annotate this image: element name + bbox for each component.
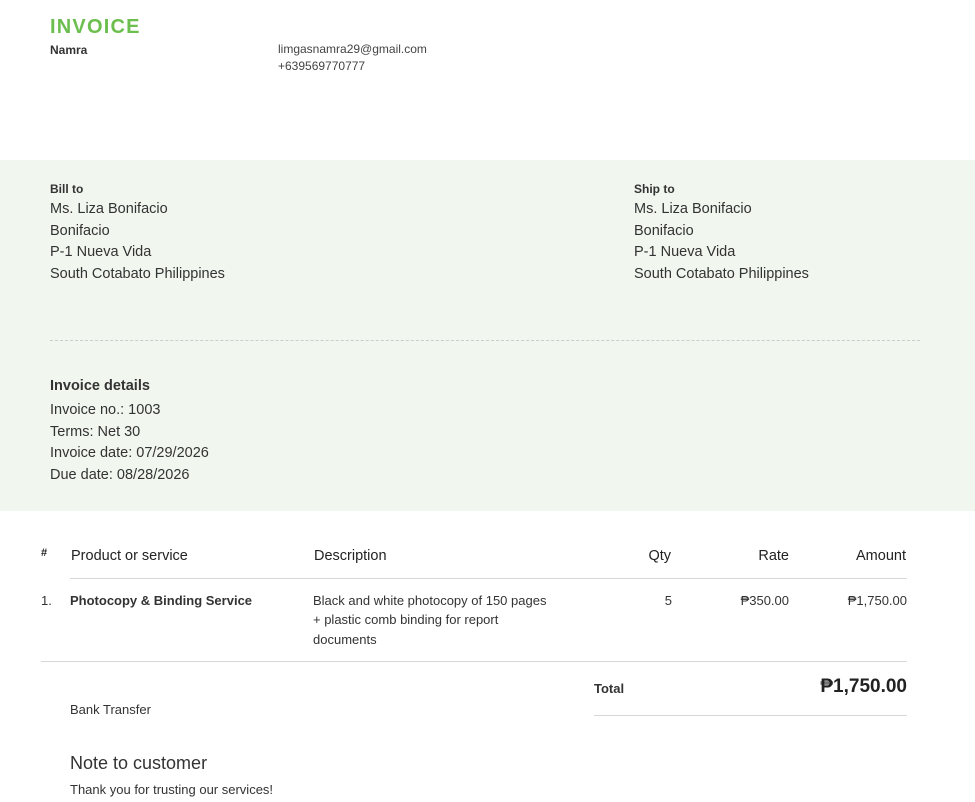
ship-to-line: South Cotabato Philippines (634, 266, 809, 283)
column-header-rate: Rate (758, 548, 789, 564)
column-header-amount: Amount (856, 548, 906, 564)
invoice-number: Invoice no.: 1003 (50, 402, 161, 418)
company-email: limgasnamra29@gmail.com (278, 42, 427, 56)
due-date: Due date: 08/28/2026 (50, 467, 190, 484)
column-header-description: Description (314, 548, 387, 564)
total-rule (594, 715, 907, 716)
note-text: Thank you for trusting our services! (70, 782, 274, 797)
company-name: Namra (50, 43, 88, 57)
bill-to-line: South Cotabato Philippines (50, 266, 225, 283)
invoice-details-title: Invoice details (50, 378, 150, 394)
total-value: ₱1,750.00 (820, 676, 907, 697)
row-description-line: documents (313, 631, 377, 647)
invoice-details: Invoice no.: 1003 Terms: Net 30 Invoice … (50, 400, 209, 487)
note-title: Note to customer (70, 753, 208, 773)
ship-to-label: Ship to (634, 182, 675, 196)
ship-to-line: Bonifacio (634, 222, 694, 239)
bill-to-label: Bill to (50, 182, 84, 196)
bill-to-address: Ms. Liza Bonifacio Bonifacio P-1 Nueva V… (50, 199, 225, 286)
dashed-divider (50, 340, 920, 341)
row-number: 1. (41, 593, 52, 608)
invoice-title: INVOICE (50, 16, 141, 38)
row-product: Photocopy & Binding Service (70, 593, 253, 608)
bill-to-line: Ms. Liza Bonifacio (50, 201, 168, 217)
row-qty: 5 (664, 593, 672, 608)
bill-to-line: Bonifacio (50, 222, 110, 239)
column-header-product: Product or service (71, 548, 188, 564)
ship-to-line: P-1 Nueva Vida (634, 244, 736, 261)
ship-to-address: Ms. Liza Bonifacio Bonifacio P-1 Nueva V… (634, 199, 809, 286)
row-description: Black and white photocopy of 150 pages +… (313, 591, 573, 649)
column-header-number: # (41, 547, 48, 559)
bill-to-line: P-1 Nueva Vida (50, 244, 152, 261)
invoice-terms: Terms: Net 30 (50, 423, 141, 440)
row-description-line: Black and white photocopy of 150 pages (313, 593, 547, 608)
table-header-rule (70, 578, 907, 579)
table-bottom-rule (41, 661, 907, 662)
row-rate: ₱350.00 (740, 593, 789, 608)
invoice-date: Invoice date: 07/29/2026 (50, 445, 209, 462)
company-contact: limgasnamra29@gmail.com +639569770777 (278, 41, 427, 75)
company-phone: +639569770777 (278, 59, 366, 73)
payment-method: Bank Transfer (70, 702, 151, 717)
ship-to-line: Ms. Liza Bonifacio (634, 201, 752, 217)
row-amount: ₱1,750.00 (847, 593, 907, 608)
column-header-qty: Qty (648, 548, 671, 564)
row-description-line: + plastic comb binding for report (313, 612, 499, 628)
